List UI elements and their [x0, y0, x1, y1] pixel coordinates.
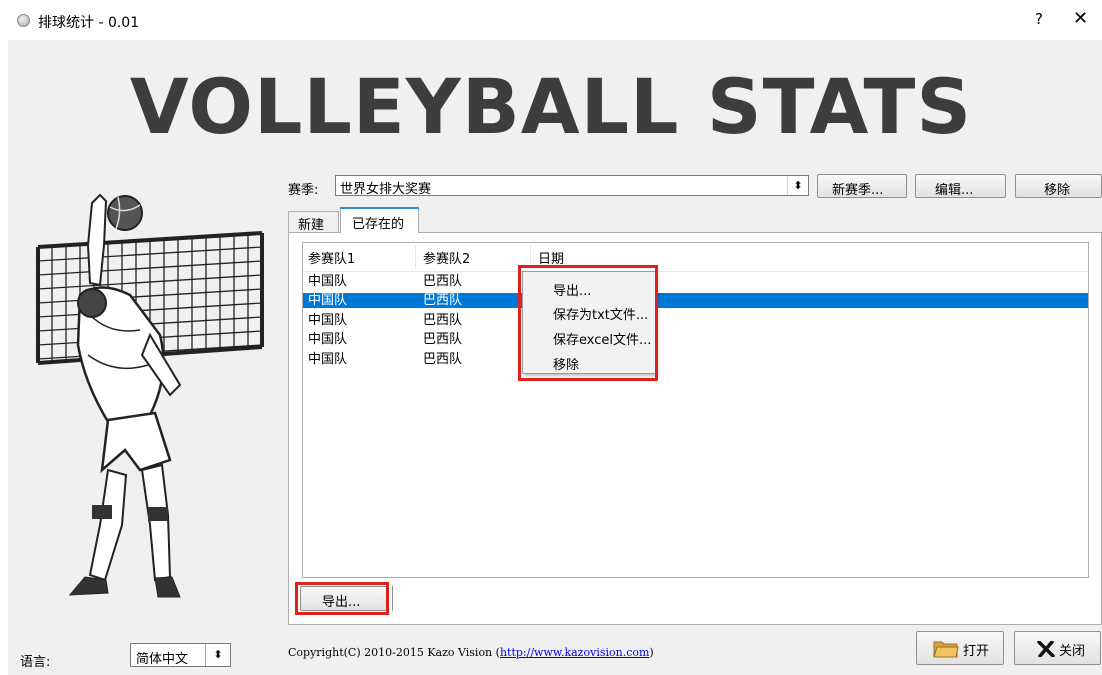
- column-header-team1[interactable]: 参赛队1: [308, 248, 355, 267]
- cell-team2: 巴西队: [423, 332, 463, 347]
- window-close-button[interactable]: ✕: [1073, 8, 1088, 29]
- window-title: 排球统计 - 0.01: [38, 15, 140, 31]
- cell-team1: 中国队: [308, 352, 348, 367]
- language-select[interactable]: 简体中文 ⬍: [130, 643, 231, 667]
- edit-season-button[interactable]: 编辑...: [915, 174, 1006, 198]
- tab-new[interactable]: 新建: [288, 211, 339, 233]
- cell-team1: 中国队: [308, 293, 348, 308]
- remove-label: 移除: [1044, 183, 1071, 198]
- cell-team2: 巴西队: [423, 274, 463, 289]
- column-header-team2[interactable]: 参赛队2: [423, 248, 470, 267]
- remove-season-button[interactable]: 移除: [1015, 174, 1102, 198]
- table-header: 参赛队1 参赛队2 日期: [303, 243, 1088, 272]
- table-row[interactable]: 中国队 巴西队: [303, 274, 1088, 289]
- cell-team2: 巴西队: [423, 293, 463, 308]
- open-button[interactable]: 打开: [916, 631, 1004, 665]
- banner-title: VOLLEYBALL STATS: [129, 62, 973, 151]
- tab-new-label: 新建: [298, 218, 325, 233]
- title-bar: [0, 0, 1102, 40]
- edit-label: 编辑...: [935, 183, 974, 198]
- copyright-prefix: Copyright(C) 2010-2015 Kazo Vision (: [288, 646, 500, 659]
- tab-existing-label: 已存在的: [352, 217, 405, 232]
- season-selected-value: 世界女排大奖赛: [340, 182, 432, 197]
- season-label: 赛季:: [288, 183, 319, 198]
- matches-table[interactable]: 参赛队1 参赛队2 日期 中国队 巴西队 中国队 巴西队 中国队 巴西队 中国队…: [302, 242, 1089, 578]
- table-row[interactable]: 中国队 巴西队: [303, 352, 1088, 367]
- season-select[interactable]: 世界女排大奖赛 ⬍: [335, 175, 809, 197]
- close-label: 关闭: [1059, 644, 1086, 659]
- column-divider: [415, 246, 416, 268]
- copyright-text: Copyright(C) 2010-2015 Kazo Vision (http…: [288, 646, 654, 659]
- updown-arrows-icon: ⬍: [787, 176, 808, 195]
- open-label: 打开: [963, 644, 990, 659]
- close-button[interactable]: 关闭: [1014, 631, 1101, 665]
- table-row-selected[interactable]: 中国队 巴西队: [303, 293, 1088, 308]
- copyright-suffix: ): [649, 646, 654, 659]
- cell-team2: 巴西队: [423, 352, 463, 367]
- tab-existing[interactable]: 已存在的: [340, 207, 419, 233]
- x-mark-icon: [1037, 641, 1055, 657]
- folder-icon: [933, 641, 959, 658]
- table-row[interactable]: 中国队 巴西队: [303, 313, 1088, 328]
- language-label: 语言:: [20, 655, 51, 670]
- new-season-button[interactable]: 新赛季...: [817, 174, 907, 198]
- cell-team2: 巴西队: [423, 313, 463, 328]
- website-link[interactable]: http://www.kazovision.com: [500, 646, 649, 659]
- updown-arrows-icon: ⬍: [205, 644, 230, 666]
- new-season-label: 新赛季...: [832, 183, 884, 198]
- cell-team1: 中国队: [308, 274, 348, 289]
- volleyball-icon: [17, 14, 30, 27]
- highlight-box: [518, 265, 658, 381]
- cell-team1: 中国队: [308, 313, 348, 328]
- volleyball-player-illustration: [36, 193, 264, 598]
- export-button-edge: [389, 586, 393, 611]
- table-row[interactable]: 中国队 巴西队: [303, 332, 1088, 347]
- cell-team1: 中国队: [308, 332, 348, 347]
- highlight-box: [295, 582, 389, 615]
- help-button[interactable]: ?: [1035, 10, 1043, 28]
- language-selected-value: 简体中文: [136, 652, 189, 667]
